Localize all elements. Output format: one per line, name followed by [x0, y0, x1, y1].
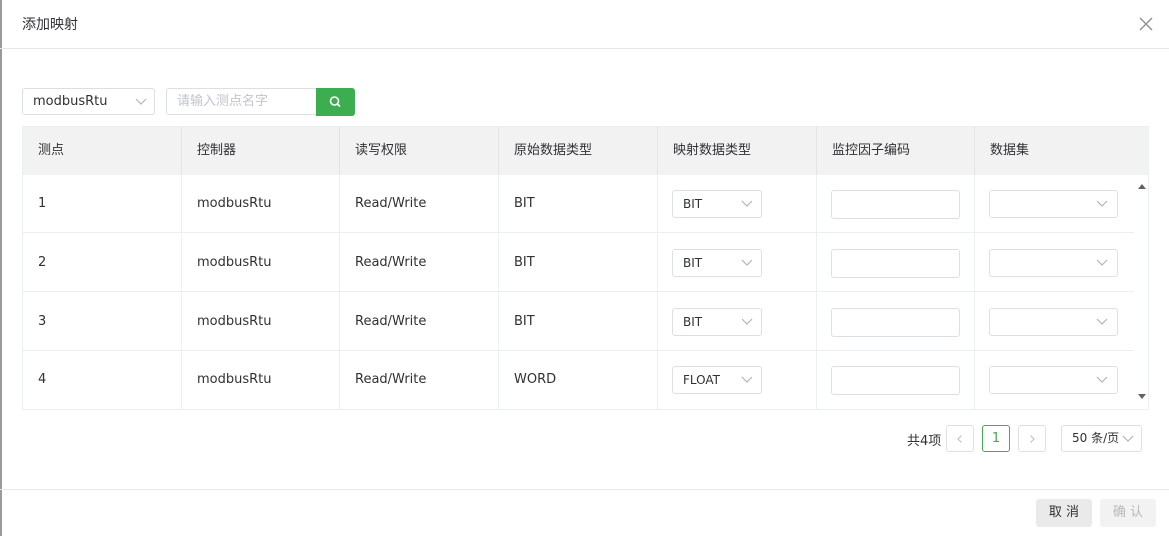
dataset-select[interactable]	[989, 190, 1118, 218]
chevron-down-icon	[741, 259, 753, 266]
cell-point: 1	[38, 196, 47, 211]
map-type-value: BIT	[683, 315, 703, 329]
factor-code-input[interactable]	[831, 249, 960, 278]
chevron-down-icon	[135, 98, 147, 105]
search-icon	[329, 96, 341, 108]
cell-point: 4	[38, 372, 47, 387]
prev-page-button[interactable]	[946, 425, 974, 452]
close-icon[interactable]	[1136, 14, 1156, 34]
chevron-down-icon	[1096, 259, 1108, 266]
cell-rw: Read/Write	[355, 314, 427, 329]
chevron-right-icon	[1030, 435, 1035, 443]
dataset-select[interactable]	[989, 366, 1118, 394]
map-type-value: FLOAT	[683, 373, 721, 387]
dataset-select[interactable]	[989, 308, 1118, 336]
header-point: 测点	[38, 143, 65, 158]
chevron-down-icon	[741, 318, 753, 325]
factor-code-input[interactable]	[831, 190, 960, 219]
point-name-search-input[interactable]	[166, 88, 317, 115]
chevron-down-icon	[1096, 318, 1108, 325]
map-type-value: BIT	[683, 197, 703, 211]
page-size-value: 50 条/页	[1072, 431, 1120, 445]
dataset-select[interactable]	[989, 249, 1118, 277]
confirm-button[interactable]: 确 认	[1100, 499, 1156, 527]
header-rw: 读写权限	[355, 143, 408, 158]
table-row: 2 modbusRtu Read/Write BIT BIT	[23, 234, 1134, 292]
cell-controller: modbusRtu	[197, 255, 272, 270]
header-controller: 控制器	[197, 143, 237, 158]
cell-raw-type: BIT	[514, 314, 535, 329]
pagination-total: 共4项	[907, 434, 942, 449]
cancel-button[interactable]: 取 消	[1036, 499, 1092, 527]
add-mapping-dialog: 添加映射 modbusRtu 测点 控制器 读写权限 原始数据类型 映射数据类型…	[0, 0, 1169, 536]
dialog-left-edge	[0, 0, 2, 536]
dialog-footer	[0, 489, 1169, 537]
cell-rw: Read/Write	[355, 255, 427, 270]
chevron-down-icon	[1096, 200, 1108, 207]
table-header: 测点 控制器 读写权限 原始数据类型 映射数据类型 监控因子编码 数据集	[23, 127, 1148, 175]
table-scrollbar[interactable]	[1133, 174, 1149, 410]
factor-code-input[interactable]	[831, 366, 960, 395]
map-type-select[interactable]: FLOAT	[672, 366, 762, 394]
table-row: 1 modbusRtu Read/Write BIT BIT	[23, 175, 1134, 233]
next-page-button[interactable]	[1018, 425, 1046, 452]
factor-code-input[interactable]	[831, 308, 960, 337]
header-map-type: 映射数据类型	[673, 143, 752, 158]
chevron-down-icon	[741, 376, 753, 383]
map-type-select[interactable]: BIT	[672, 308, 762, 336]
chevron-left-icon	[957, 435, 962, 443]
controller-select[interactable]: modbusRtu	[22, 88, 155, 115]
cell-raw-type: BIT	[514, 196, 535, 211]
cell-raw-type: WORD	[514, 372, 557, 387]
cell-raw-type: BIT	[514, 255, 535, 270]
map-type-select[interactable]: BIT	[672, 249, 762, 277]
scroll-up-arrow-icon	[1138, 184, 1146, 189]
controller-select-value: modbusRtu	[33, 94, 108, 109]
scroll-down-arrow-icon	[1138, 394, 1146, 399]
chevron-down-icon	[1096, 376, 1108, 383]
page-1-button[interactable]: 1	[982, 425, 1010, 452]
cell-point: 3	[38, 314, 47, 329]
table-row: 3 modbusRtu Read/Write BIT BIT	[23, 293, 1134, 351]
page-size-select[interactable]: 50 条/页	[1061, 425, 1142, 452]
cell-point: 2	[38, 255, 47, 270]
dialog-header: 添加映射	[0, 0, 1169, 49]
cell-rw: Read/Write	[355, 196, 427, 211]
chevron-down-icon	[1122, 435, 1134, 442]
dialog-title: 添加映射	[22, 17, 78, 33]
search-button[interactable]	[316, 88, 355, 116]
header-dataset: 数据集	[990, 143, 1030, 158]
cell-rw: Read/Write	[355, 372, 427, 387]
map-type-select[interactable]: BIT	[672, 190, 762, 218]
cell-controller: modbusRtu	[197, 196, 272, 211]
header-raw-type: 原始数据类型	[514, 143, 593, 158]
chevron-down-icon	[741, 200, 753, 207]
map-type-value: BIT	[683, 256, 703, 270]
cell-controller: modbusRtu	[197, 372, 272, 387]
cell-controller: modbusRtu	[197, 314, 272, 329]
header-factor-code: 监控因子编码	[832, 143, 911, 158]
table-row: 4 modbusRtu Read/Write WORD FLOAT	[23, 351, 1134, 409]
mapping-table: 测点 控制器 读写权限 原始数据类型 映射数据类型 监控因子编码 数据集 1 m…	[22, 126, 1149, 410]
